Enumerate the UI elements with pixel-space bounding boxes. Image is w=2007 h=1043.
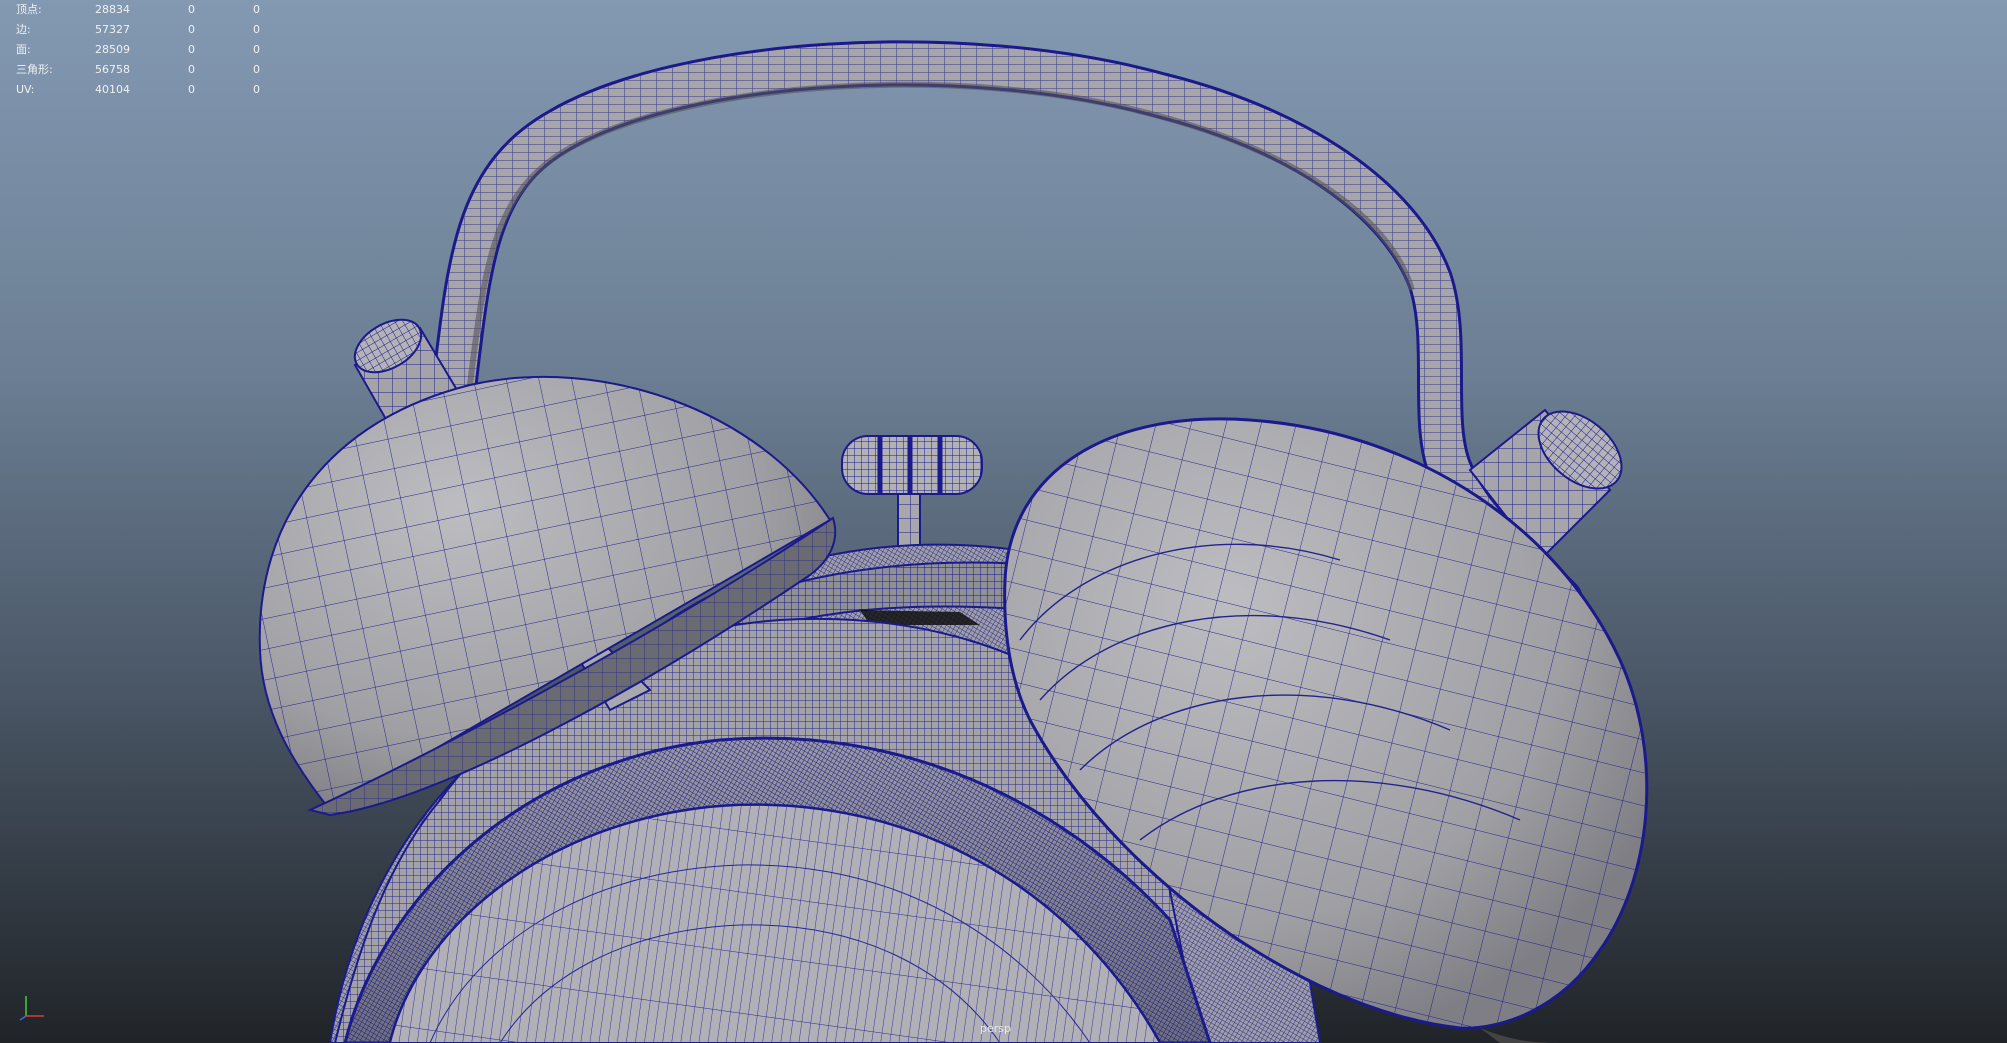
hud-selected-tris: 0: [253, 3, 260, 16]
alarm-clock-model[interactable]: [0, 0, 2007, 1043]
hud-label: 顶点:: [16, 3, 42, 16]
hud-selected: 0: [188, 3, 195, 16]
hud-selected-tris: 0: [253, 63, 260, 76]
hud-selected: 0: [188, 83, 195, 96]
poly-count-hud: 顶点: 28834 0 0 边: 57327 0 0 面: 28509 0 0 …: [16, 0, 276, 100]
hud-row-edges: 边: 57327 0 0: [16, 20, 276, 40]
hud-label: UV:: [16, 83, 35, 96]
hud-selected-tris: 0: [253, 43, 260, 56]
hud-row-triangles: 三角形: 56758 0 0: [16, 60, 276, 80]
hud-label: 面:: [16, 43, 31, 56]
hud-total: 40104: [95, 83, 130, 96]
hud-total: 28509: [95, 43, 130, 56]
hud-label: 边:: [16, 23, 31, 36]
hud-selected: 0: [188, 43, 195, 56]
camera-label: persp: [980, 1022, 1011, 1035]
hud-total: 56758: [95, 63, 130, 76]
hud-selected-tris: 0: [253, 23, 260, 36]
hud-selected: 0: [188, 63, 195, 76]
hud-total: 57327: [95, 23, 130, 36]
hud-label: 三角形:: [16, 63, 53, 76]
3d-viewport[interactable]: 顶点: 28834 0 0 边: 57327 0 0 面: 28509 0 0 …: [0, 0, 2007, 1043]
axis-gizmo-icon: [19, 996, 44, 1021]
hud-selected-tris: 0: [253, 83, 260, 96]
hud-row-uvs: UV: 40104 0 0: [16, 80, 276, 100]
hud-selected: 0: [188, 23, 195, 36]
hud-row-faces: 面: 28509 0 0: [16, 40, 276, 60]
hud-total: 28834: [95, 3, 130, 16]
hud-row-vertices: 顶点: 28834 0 0: [16, 0, 276, 20]
